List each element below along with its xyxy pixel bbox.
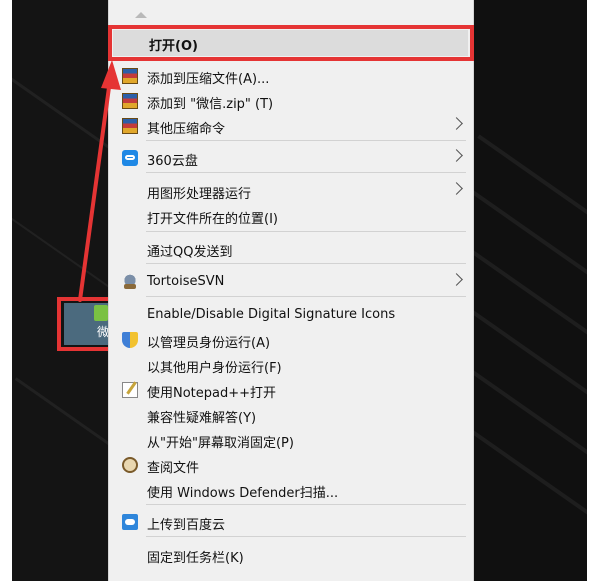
red-annotation-arrow [78, 60, 121, 302]
